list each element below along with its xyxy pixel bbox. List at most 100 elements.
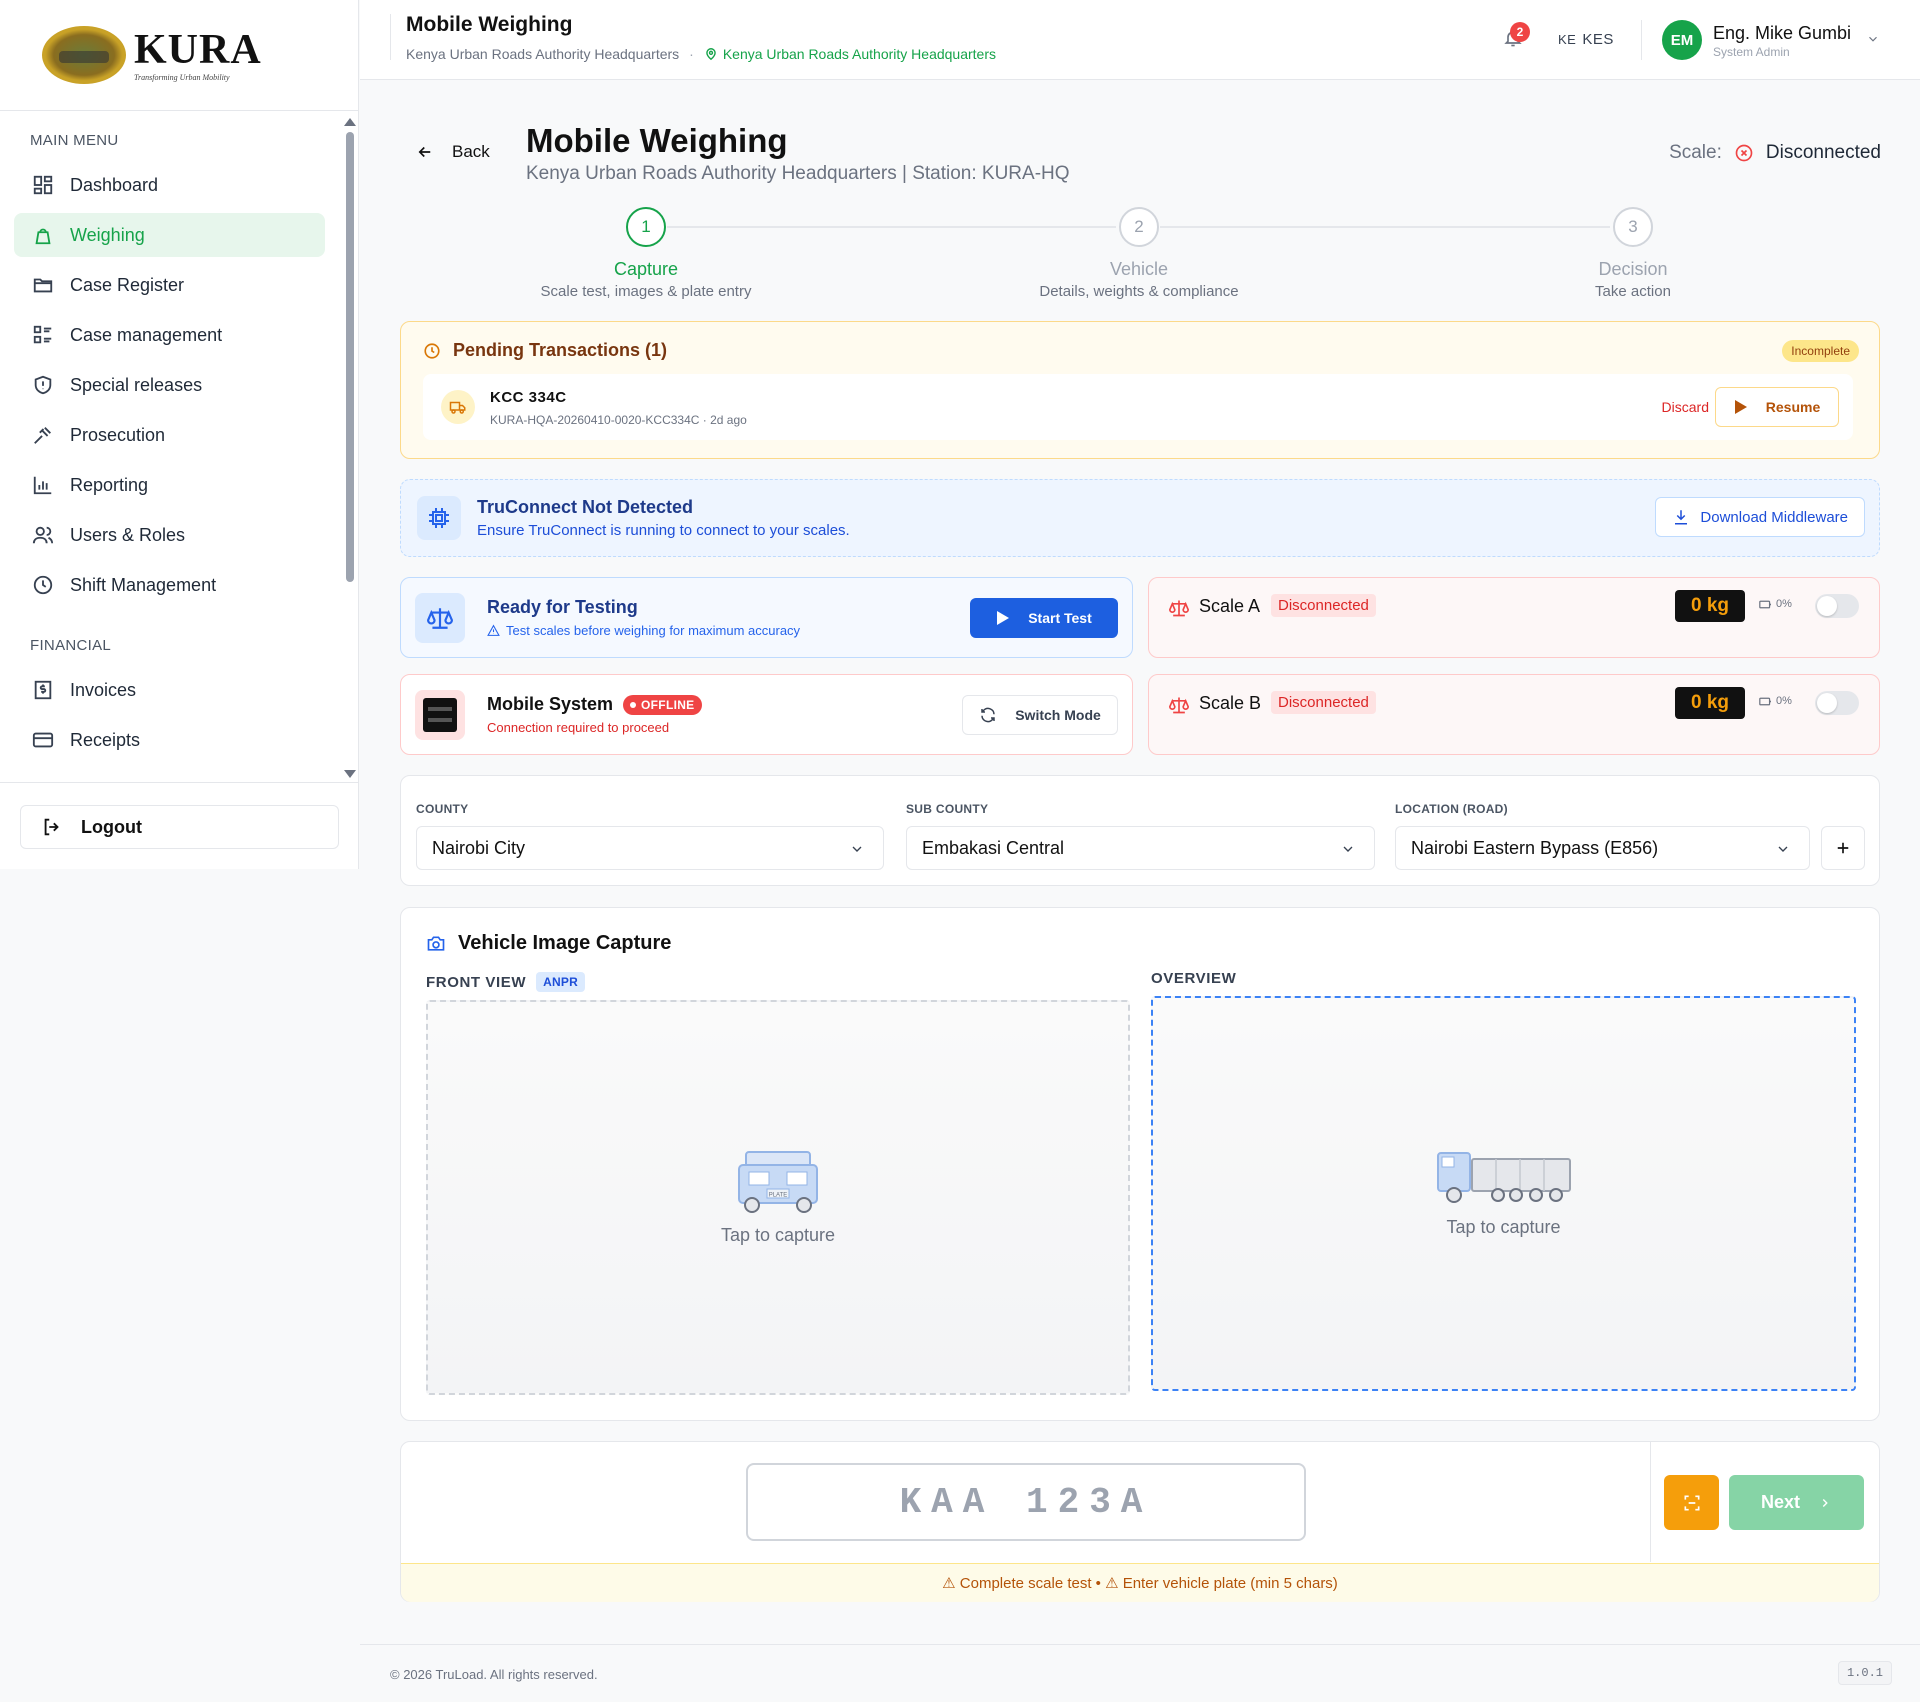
logout-button[interactable]: Logout xyxy=(20,805,339,849)
front-view-capture[interactable]: PLATE Tap to capture xyxy=(426,1000,1130,1395)
sidebar: KURA Transforming Urban Mobility MAIN ME… xyxy=(0,0,359,869)
topbar-breadcrumb: Kenya Urban Roads Authority Headquarters… xyxy=(406,46,996,62)
discard-button[interactable]: Discard xyxy=(1662,399,1709,415)
battery-icon xyxy=(1759,697,1776,706)
test-subtitle: Test scales before weighing for maximum … xyxy=(506,623,801,638)
subcounty-label: SUB COUNTY xyxy=(906,802,989,816)
map-pin-icon xyxy=(704,47,723,61)
battery-value: 0% xyxy=(1776,695,1792,707)
org-name: Kenya Urban Roads Authority Headquarters xyxy=(406,46,680,62)
switch-mode-button[interactable]: Switch Mode xyxy=(962,695,1118,735)
start-test-button[interactable]: Start Test xyxy=(970,598,1118,638)
step-3-circle[interactable]: 3 xyxy=(1613,207,1653,247)
scale-icon xyxy=(1169,598,1189,618)
scale-reading: 0 kg xyxy=(1675,590,1745,622)
truck-icon xyxy=(441,390,475,424)
copyright: © 2026 TruLoad. All rights reserved. xyxy=(390,1667,598,1682)
location-link[interactable]: Kenya Urban Roads Authority Headquarters xyxy=(704,46,996,62)
scale-test-card: Ready for Testing Test scales before wei… xyxy=(400,577,1133,658)
sidebar-item-label: Dashboard xyxy=(70,174,159,195)
main-menu-heading: MAIN MENU xyxy=(30,132,119,149)
pending-plate: KCC 334C xyxy=(490,389,567,406)
scale-status-value: Disconnected xyxy=(1765,142,1881,163)
notification-badge: 2 xyxy=(1510,22,1530,42)
test-title: Ready for Testing xyxy=(487,597,638,617)
sidebar-item-label: Case management xyxy=(70,324,223,345)
truconnect-title: TruConnect Not Detected xyxy=(477,497,694,517)
mobile-scale-icon xyxy=(415,690,465,740)
vehicle-image-capture-card: Vehicle Image Capture FRONT VIEW ANPR OV… xyxy=(400,907,1880,1421)
download-middleware-button[interactable]: Download Middleware xyxy=(1655,497,1865,537)
sidebar-item-reporting[interactable]: Reporting xyxy=(14,463,325,507)
overview-capture[interactable]: Tap to capture xyxy=(1151,996,1856,1391)
clock-icon xyxy=(30,572,56,598)
next-button[interactable]: Next xyxy=(1729,1475,1864,1530)
sidebar-item-dashboard[interactable]: Dashboard xyxy=(14,163,325,207)
flag-icon: KE xyxy=(1558,32,1577,47)
scan-plate-button[interactable] xyxy=(1664,1475,1719,1530)
sidebar-item-users-roles[interactable]: Users & Roles xyxy=(14,513,325,557)
sidebar-item-special-releases[interactable]: Special releases xyxy=(14,363,325,407)
sidebar-item-case-management[interactable]: Case management xyxy=(14,313,325,357)
user-name[interactable]: Eng. Mike Gumbi xyxy=(1713,23,1851,44)
sidebar-item-case-register[interactable]: Case Register xyxy=(14,263,325,307)
footer: © 2026 TruLoad. All rights reserved. 1.0… xyxy=(360,1644,1920,1702)
scroll-thumb[interactable] xyxy=(346,132,354,582)
camera-icon xyxy=(426,934,458,954)
front-view-label: FRONT VIEW xyxy=(426,973,527,991)
logout-label: Logout xyxy=(81,816,142,837)
sidebar-item-receipts[interactable]: Receipts xyxy=(14,718,325,762)
truconnect-banner: TruConnect Not Detected Ensure TruConnec… xyxy=(400,479,1880,557)
card-icon xyxy=(30,727,56,753)
scale-toggle[interactable] xyxy=(1815,594,1859,618)
scale-battery: 0% xyxy=(1759,598,1792,610)
road-select[interactable]: Nairobi Eastern Bypass (E856) xyxy=(1395,826,1810,870)
user-role: System Admin xyxy=(1713,45,1790,59)
plate-input[interactable]: KAA 123A xyxy=(746,1463,1306,1541)
location-label: Kenya Urban Roads Authority Headquarters xyxy=(722,46,997,62)
pending-transaction-row[interactable]: KCC 334C KURA-HQA-20260410-0020-KCC334C … xyxy=(423,374,1853,440)
resume-button[interactable]: Resume xyxy=(1715,387,1839,427)
add-road-button[interactable] xyxy=(1821,826,1865,870)
financial-heading: FINANCIAL xyxy=(30,637,112,654)
step-3-label: Decision xyxy=(1598,259,1668,279)
currency-selector[interactable]: KE KES xyxy=(1558,31,1614,48)
scale-toggle[interactable] xyxy=(1815,691,1859,715)
sidebar-item-prosecution[interactable]: Prosecution xyxy=(14,413,325,457)
scroll-up-icon[interactable] xyxy=(344,118,356,126)
battery-icon xyxy=(1759,600,1776,609)
chevron-down-icon[interactable] xyxy=(1866,32,1880,46)
pending-title-row: Pending Transactions (1) xyxy=(423,340,667,361)
scroll-down-icon[interactable] xyxy=(344,770,356,778)
scale-name: Scale B xyxy=(1199,693,1262,713)
logo-subtitle: Transforming Urban Mobility xyxy=(134,72,230,82)
step-2-circle[interactable]: 2 xyxy=(1119,207,1159,247)
sidebar-item-shift-management[interactable]: Shift Management xyxy=(14,563,325,607)
plus-icon xyxy=(1834,839,1852,857)
pending-transactions-card: Pending Transactions (1) Incomplete KCC … xyxy=(400,321,1880,459)
sidebar-item-weighing[interactable]: Weighing xyxy=(14,213,325,257)
sidebar-scrollbar[interactable] xyxy=(344,118,356,778)
subcounty-select[interactable]: Embakasi Central xyxy=(906,826,1375,870)
sidebar-item-label: Users & Roles xyxy=(70,524,186,545)
avatar[interactable]: EM xyxy=(1662,20,1702,60)
page-title: Mobile Weighing xyxy=(526,122,788,159)
image-capture-title-row: Vehicle Image Capture xyxy=(426,932,671,955)
divider xyxy=(1641,20,1642,60)
sidebar-item-label: Shift Management xyxy=(70,574,217,595)
arrow-left-icon xyxy=(416,143,452,161)
back-button[interactable]: Back xyxy=(416,142,490,162)
sidebar-item-invoices[interactable]: Invoices xyxy=(14,668,325,712)
play-icon xyxy=(1734,399,1766,415)
weighing-icon xyxy=(30,222,56,248)
anpr-badge: ANPR xyxy=(536,972,585,992)
scale-status: Scale: Disconnected xyxy=(1669,142,1881,164)
road-label: LOCATION (ROAD) xyxy=(1395,802,1508,816)
step-1-desc: Scale test, images & plate entry xyxy=(540,283,752,300)
county-select[interactable]: Nairobi City xyxy=(416,826,884,870)
step-1-circle[interactable]: 1 xyxy=(626,207,666,247)
scale-status-badge: Disconnected xyxy=(1271,594,1376,617)
mobile-system-card: Mobile System OFFLINE Connection require… xyxy=(400,674,1133,755)
logo[interactable]: KURA Transforming Urban Mobility xyxy=(0,0,358,111)
step-1-label: Capture xyxy=(613,259,679,279)
